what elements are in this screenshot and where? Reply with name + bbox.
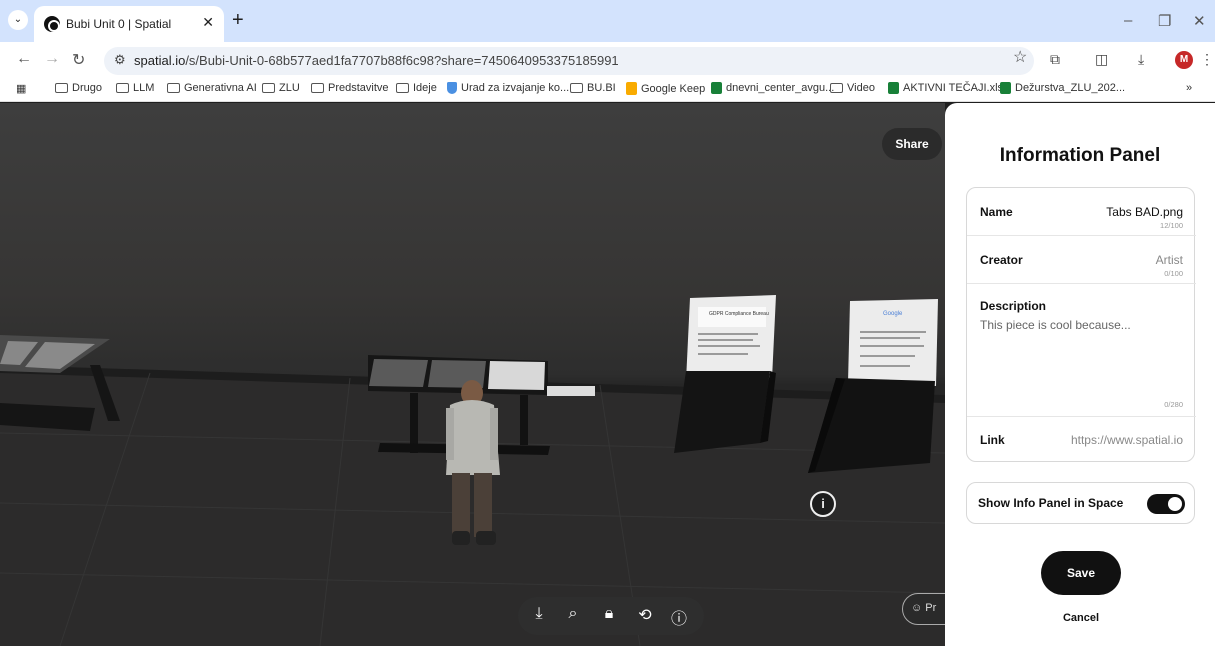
bookmark-item[interactable]: Ideje bbox=[396, 82, 437, 94]
emote-button[interactable]: ☺ Pr bbox=[902, 593, 945, 625]
bookmark-item[interactable]: ZLU bbox=[262, 82, 300, 94]
folder-icon bbox=[830, 83, 843, 93]
link-input[interactable]: https://www.spatial.io bbox=[1071, 433, 1183, 447]
url-text: spatial.io/s/Bubi-Unit-0-68b577aed1fa770… bbox=[134, 53, 619, 68]
reload-icon[interactable]: ↻ bbox=[72, 50, 85, 70]
tab-close-icon[interactable]: ✕ bbox=[202, 14, 214, 31]
name-field[interactable]: Name Tabs BAD.png 12/100 bbox=[967, 188, 1196, 236]
tab-search-icon[interactable]: ⌄ bbox=[8, 10, 28, 30]
bookmark-item[interactable]: Urad za izvajanje ko... bbox=[447, 82, 569, 94]
show-info-panel-toggle[interactable] bbox=[1147, 494, 1185, 514]
replace-icon[interactable]: ⟲ bbox=[634, 605, 656, 625]
minimize-icon[interactable]: – bbox=[1124, 12, 1132, 29]
restore-icon[interactable]: ❐ bbox=[1158, 12, 1171, 30]
download-icon[interactable]: ⤓ bbox=[528, 605, 550, 623]
download-icon[interactable]: ⤓ bbox=[1138, 51, 1144, 68]
poster-pedestal-gdpr bbox=[674, 295, 776, 453]
folder-icon bbox=[116, 83, 129, 93]
description-label: Description bbox=[980, 299, 1047, 313]
poster-google-title: Google bbox=[883, 311, 903, 317]
creator-label: Creator bbox=[980, 253, 1023, 267]
lock-icon[interactable]: 🔒︎ bbox=[598, 605, 620, 623]
poster-pedestal-google bbox=[808, 299, 938, 473]
bookmark-star-icon[interactable]: ☆ bbox=[1013, 47, 1027, 67]
save-button[interactable]: Save bbox=[1041, 551, 1121, 595]
browser-toolbar: ← → ↻ ⚙ spatial.io/s/Bubi-Unit-0-68b577a… bbox=[0, 42, 1215, 78]
browser-tab-active[interactable]: Bubi Unit 0 | Spatial ✕ bbox=[34, 6, 224, 42]
folder-icon bbox=[262, 83, 275, 93]
spatial-3d-viewport[interactable]: GDPR Compliance Bureau Google Share i ⤓ … bbox=[0, 103, 945, 646]
browser-tab-bar: ⌄ Bubi Unit 0 | Spatial ✕ + – ❐ ✕ bbox=[0, 0, 1215, 42]
folder-icon bbox=[311, 83, 324, 93]
creator-field[interactable]: Creator Artist 0/100 bbox=[967, 236, 1196, 284]
name-input[interactable]: Tabs BAD.png bbox=[1106, 205, 1183, 219]
bookmark-item[interactable]: Drugo bbox=[55, 82, 102, 94]
smiley-icon: ☺ bbox=[911, 602, 923, 614]
profile-avatar[interactable]: M bbox=[1175, 51, 1193, 69]
share-button[interactable]: Share bbox=[882, 128, 942, 160]
folder-icon bbox=[396, 83, 409, 93]
toggle-label: Show Info Panel in Space bbox=[978, 496, 1124, 510]
panel-title: Information Panel bbox=[999, 145, 1161, 166]
information-panel: Information Panel Name Tabs BAD.png 12/1… bbox=[945, 103, 1215, 646]
browser-menu-icon[interactable]: ⋮ bbox=[1200, 51, 1214, 68]
info-filled-icon[interactable]: ⓘ bbox=[668, 605, 690, 629]
more-bookmarks-icon[interactable]: » bbox=[1186, 82, 1192, 94]
creator-char-count: 0/100 bbox=[1164, 269, 1183, 278]
link-label: Link bbox=[980, 433, 1005, 447]
link-field[interactable]: Link https://www.spatial.io bbox=[967, 417, 1196, 463]
folder-icon bbox=[167, 83, 180, 93]
shield-icon bbox=[447, 82, 457, 94]
bookmark-item[interactable]: Dežurstva_ZLU_202... bbox=[1000, 82, 1125, 94]
sheets-icon bbox=[888, 82, 899, 94]
address-bar[interactable]: ⚙ spatial.io/s/Bubi-Unit-0-68b577aed1fa7… bbox=[104, 47, 1034, 75]
new-tab-icon[interactable]: + bbox=[232, 10, 244, 30]
bookmark-item[interactable]: AKTIVNI TEČAJI.xlsx bbox=[888, 82, 1009, 94]
close-window-icon[interactable]: ✕ bbox=[1193, 12, 1206, 30]
creator-input[interactable]: Artist bbox=[1156, 253, 1183, 267]
sheets-icon bbox=[1000, 82, 1011, 94]
bookmark-item[interactable]: LLM bbox=[116, 82, 154, 94]
tab-groups-icon[interactable]: ◫ bbox=[1095, 51, 1108, 68]
description-field[interactable]: Description This piece is cool because..… bbox=[967, 284, 1196, 417]
zoom-icon[interactable]: ⌕ bbox=[562, 605, 584, 623]
forward-icon[interactable]: → bbox=[44, 50, 60, 68]
back-icon[interactable]: ← bbox=[16, 50, 32, 68]
cancel-button[interactable]: Cancel bbox=[1041, 612, 1121, 624]
tab-title: Bubi Unit 0 | Spatial bbox=[66, 17, 172, 31]
bookmark-item[interactable]: Generativna AI bbox=[167, 82, 257, 94]
info-icon[interactable]: i bbox=[810, 491, 836, 517]
name-label: Name bbox=[980, 205, 1013, 219]
object-toolbar: ⤓ ⌕ 🔒︎ ⟲ ⓘ bbox=[518, 597, 704, 635]
emote-label: Pr bbox=[925, 602, 937, 614]
poster-gdpr-title: GDPR Compliance Bureau bbox=[709, 311, 769, 317]
folder-icon bbox=[55, 83, 68, 93]
bookmark-item[interactable]: dnevni_center_avgu... bbox=[711, 82, 834, 94]
name-char-count: 12/100 bbox=[1160, 221, 1183, 230]
spatial-favicon-icon bbox=[44, 16, 60, 32]
folder-icon bbox=[570, 83, 583, 93]
bookmark-item[interactable]: BU.BI bbox=[570, 82, 616, 94]
gallery-room: GDPR Compliance Bureau Google bbox=[0, 295, 945, 646]
site-info-icon[interactable]: ⚙ bbox=[114, 52, 126, 68]
keep-icon bbox=[626, 82, 637, 95]
bookmark-item[interactable]: Predstavitve bbox=[311, 82, 389, 94]
description-char-count: 0/280 bbox=[1164, 400, 1183, 409]
sheets-icon bbox=[711, 82, 722, 94]
bookmarks-bar: ▦ Drugo LLM Generativna AI ZLU Predstavi… bbox=[0, 78, 1215, 102]
show-info-panel-setting: Show Info Panel in Space bbox=[966, 482, 1195, 524]
bookmark-item[interactable]: Video bbox=[830, 82, 875, 94]
apps-icon[interactable]: ▦ bbox=[16, 82, 26, 95]
description-textarea[interactable]: This piece is cool because... bbox=[980, 318, 1131, 332]
info-fields-card: Name Tabs BAD.png 12/100 Creator Artist … bbox=[966, 187, 1196, 463]
bookmark-item[interactable]: Google Keep bbox=[626, 82, 705, 95]
extensions-icon[interactable]: ⧉ bbox=[1050, 51, 1060, 68]
